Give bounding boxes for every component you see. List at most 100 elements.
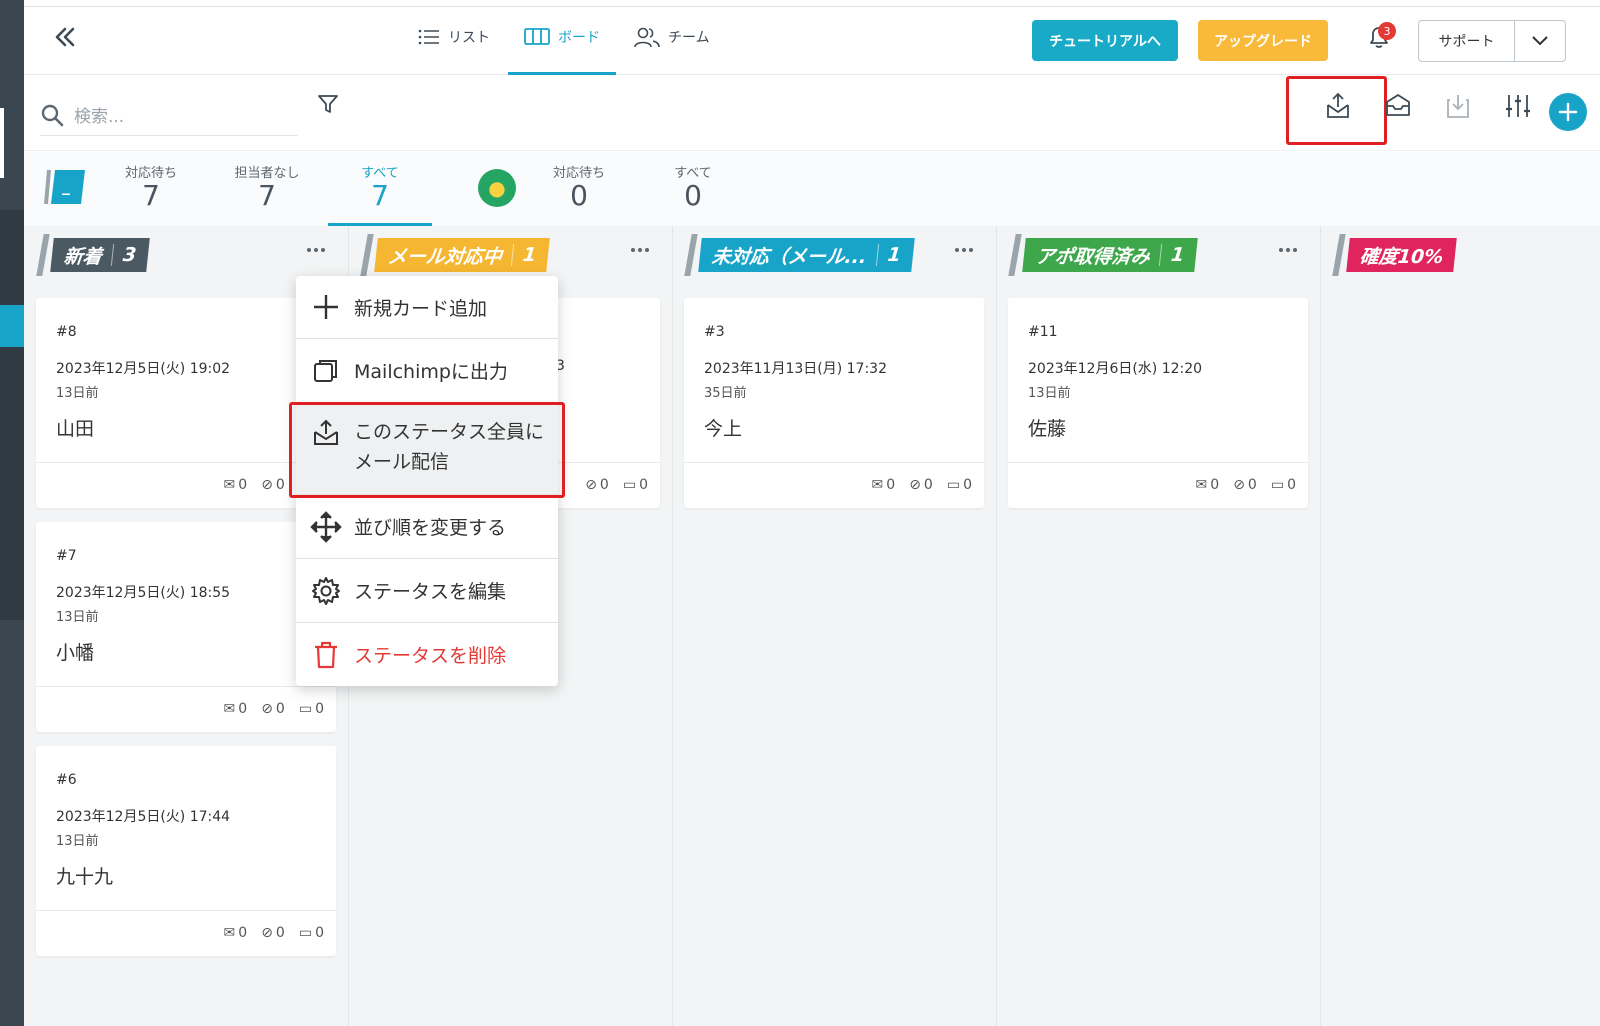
card-footer: ✉0 ⊘0 ▭0 <box>36 910 336 954</box>
card-number: #6 <box>56 772 77 788</box>
card-7[interactable]: #7 2023年12月5日(火) 18:55 13日前 小幡 ✉ 0 ⊘ 0 ▭ 0 <box>36 522 336 732</box>
column-divider <box>996 226 997 1026</box>
status-title: 新着 <box>62 245 104 268</box>
search-icon <box>41 104 64 126</box>
search-input[interactable]: 検索... <box>40 94 298 136</box>
move-icon <box>310 510 342 543</box>
card-name: 佐藤 <box>1028 418 1067 440</box>
stat-value: 0 <box>570 179 588 212</box>
gear-icon <box>312 576 340 605</box>
more-options-icon[interactable] <box>952 244 976 256</box>
card-number: #7 <box>56 548 77 564</box>
filter-icon[interactable] <box>316 92 340 116</box>
inbox-icon[interactable] <box>1384 92 1412 120</box>
column-header-unhandled[interactable]: 未対応（メール... 1 <box>684 234 915 276</box>
mail-count: ✉ 0 <box>223 924 248 941</box>
download-icon[interactable] <box>1444 92 1472 120</box>
more-options-icon[interactable] <box>1276 244 1300 256</box>
notification-badge: 3 <box>1378 22 1396 40</box>
stat-all-2[interactable]: すべて 0 <box>648 162 738 212</box>
status-count: 1 <box>1158 244 1186 266</box>
team-avatar[interactable]: ● <box>478 169 516 207</box>
left-sidebar <box>0 0 24 1026</box>
column-header-new[interactable]: 新着 3 <box>36 234 151 276</box>
tutorial-button[interactable]: チュートリアルへ <box>1032 20 1178 61</box>
status-tag: 新着 3 <box>50 238 151 272</box>
attach-count: ⊘ 0 <box>261 476 285 493</box>
card-name: 今上 <box>704 418 743 440</box>
mail-count: ✉ 0 <box>223 476 248 493</box>
stat-value: 7 <box>258 179 276 212</box>
mail-count: ✉ 0 <box>1195 476 1220 493</box>
attach-count: ⊘ 0 <box>261 700 285 717</box>
highlight-box <box>289 402 565 498</box>
stat-waiting-2[interactable]: 対応待ち 0 <box>534 162 624 212</box>
status-title: 未対応（メール... <box>710 245 868 268</box>
card-number: #11 <box>1028 324 1058 340</box>
menu-item-label: 並び順を変更する <box>354 517 507 539</box>
status-title: アポ取得済み <box>1034 245 1152 268</box>
list-icon <box>418 29 439 45</box>
card-number: #8 <box>56 324 77 340</box>
attach-count: ⊘ 0 <box>909 476 933 493</box>
card-name: 九十九 <box>56 866 114 888</box>
column-header-probability[interactable]: 確度10% <box>1332 234 1458 276</box>
menu-item-add-card[interactable]: 新規カード追加 <box>296 276 558 339</box>
more-options-icon[interactable] <box>628 244 652 256</box>
tab-board-label: ボード <box>558 30 600 46</box>
duck-icon: ● <box>488 176 506 200</box>
status-tag: 確度10% <box>1346 238 1458 272</box>
menu-item-reorder[interactable]: 並び順を変更する <box>296 495 558 559</box>
tab-team-label: チーム <box>668 30 710 46</box>
card-date: 2023年12月6日(水) 12:20 <box>1028 361 1203 377</box>
stat-value: 7 <box>371 179 389 212</box>
tab-list[interactable]: リスト <box>418 22 490 52</box>
column-divider <box>1320 226 1321 1026</box>
settings-sliders-icon[interactable] <box>1504 92 1532 120</box>
more-options-icon[interactable] <box>304 244 328 256</box>
card-date: 2023年11月13日(月) 17:32 <box>704 361 887 377</box>
note-count: ▭0 <box>1270 476 1296 493</box>
team-tag-label: _ <box>62 176 70 195</box>
note-count: ▭0 <box>298 700 324 717</box>
stat-waiting[interactable]: 対応待ち 7 <box>106 162 196 212</box>
stat-value: 0 <box>684 179 702 212</box>
card-ago: 13日前 <box>56 386 99 401</box>
collapse-sidebar-icon[interactable] <box>52 24 78 50</box>
card-name: 小幡 <box>56 642 95 664</box>
stat-value: 7 <box>142 179 160 212</box>
note-count: ▭0 <box>622 476 648 493</box>
sidebar-section <box>0 210 24 620</box>
column-header-mail[interactable]: メール対応中 1 <box>360 234 551 276</box>
card-3[interactable]: #3 2023年11月13日(月) 17:32 35日前 今上 ✉ 0 ⊘ 0 ▭ 0 <box>684 298 984 508</box>
card-number: #3 <box>704 324 725 340</box>
support-label: サポート <box>1419 21 1515 61</box>
card-footer: ✉0 ⊘0 ▭0 <box>36 686 336 730</box>
board-icon <box>524 28 550 45</box>
menu-item-label: Mailchimpに出力 <box>354 361 508 383</box>
add-button[interactable] <box>1549 93 1587 131</box>
note-count: ▭0 <box>298 924 324 941</box>
menu-item-mailchimp[interactable]: Mailchimpに出力 <box>296 339 558 403</box>
sidebar-item-active[interactable] <box>0 305 24 347</box>
upgrade-button[interactable]: アップグレード <box>1198 20 1328 61</box>
card-11[interactable]: #11 2023年12月6日(水) 12:20 13日前 佐藤 ✉ 0 ⊘ 0 ▭ 0 <box>1008 298 1308 508</box>
menu-item-edit-status[interactable]: ステータスを編集 <box>296 559 558 623</box>
column-header-appointment[interactable]: アポ取得済み 1 <box>1008 234 1199 276</box>
stat-all[interactable]: すべて 7 <box>335 162 425 212</box>
sidebar-item[interactable] <box>0 108 4 178</box>
card-date: 2023年12月5日(火) 17:44 <box>56 809 231 825</box>
support-chevron[interactable] <box>1515 21 1565 61</box>
menu-item-delete-status[interactable]: ステータスを削除 <box>296 623 558 686</box>
menu-item-label: 新規カード追加 <box>354 297 488 320</box>
plus-icon <box>1558 102 1578 122</box>
support-dropdown[interactable]: サポート <box>1418 20 1566 62</box>
column-divider <box>672 226 673 1026</box>
status-tag: メール対応中 1 <box>374 238 551 272</box>
tab-board[interactable]: ボード <box>524 22 600 52</box>
tab-team[interactable]: チーム <box>634 22 710 52</box>
card-date: 2023年12月5日(火) 18:55 <box>56 585 231 601</box>
card-footer: ✉0 ⊘0 ▭0 <box>684 462 984 506</box>
card-6[interactable]: #6 2023年12月5日(火) 17:44 13日前 九十九 ✉ 0 ⊘ 0 ▭ 0 <box>36 746 336 956</box>
stat-unassigned[interactable]: 担当者なし 7 <box>222 162 312 212</box>
